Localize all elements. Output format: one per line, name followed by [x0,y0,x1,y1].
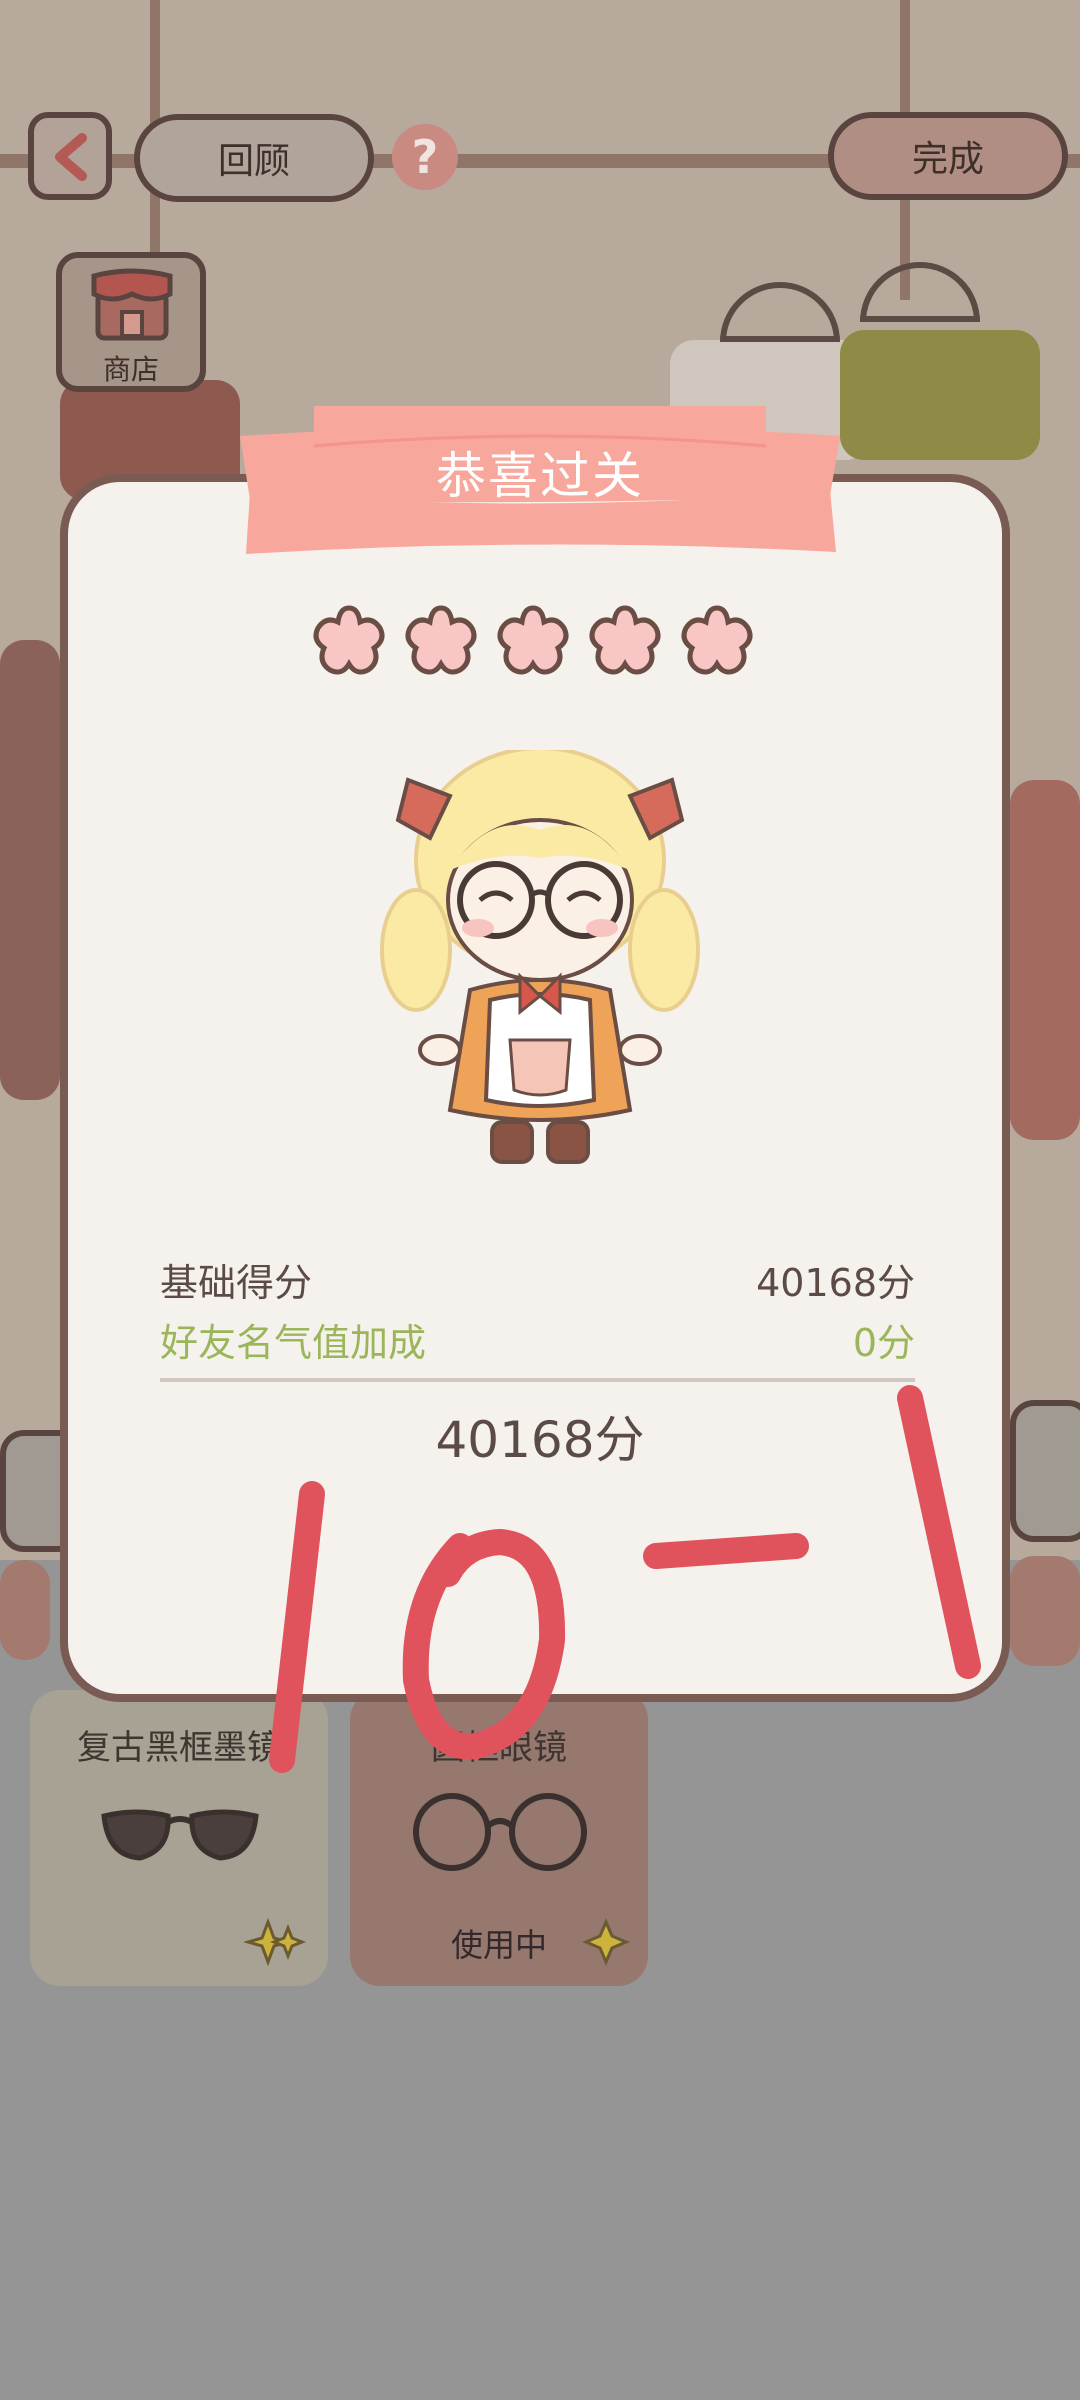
handwritten-annotation [269,1385,981,1773]
game-screen: 回顾 ? 完成 商店 复古黑框墨镜 圆框眼镜 使用中 恭喜过关 基础得分 401… [0,0,1080,2400]
